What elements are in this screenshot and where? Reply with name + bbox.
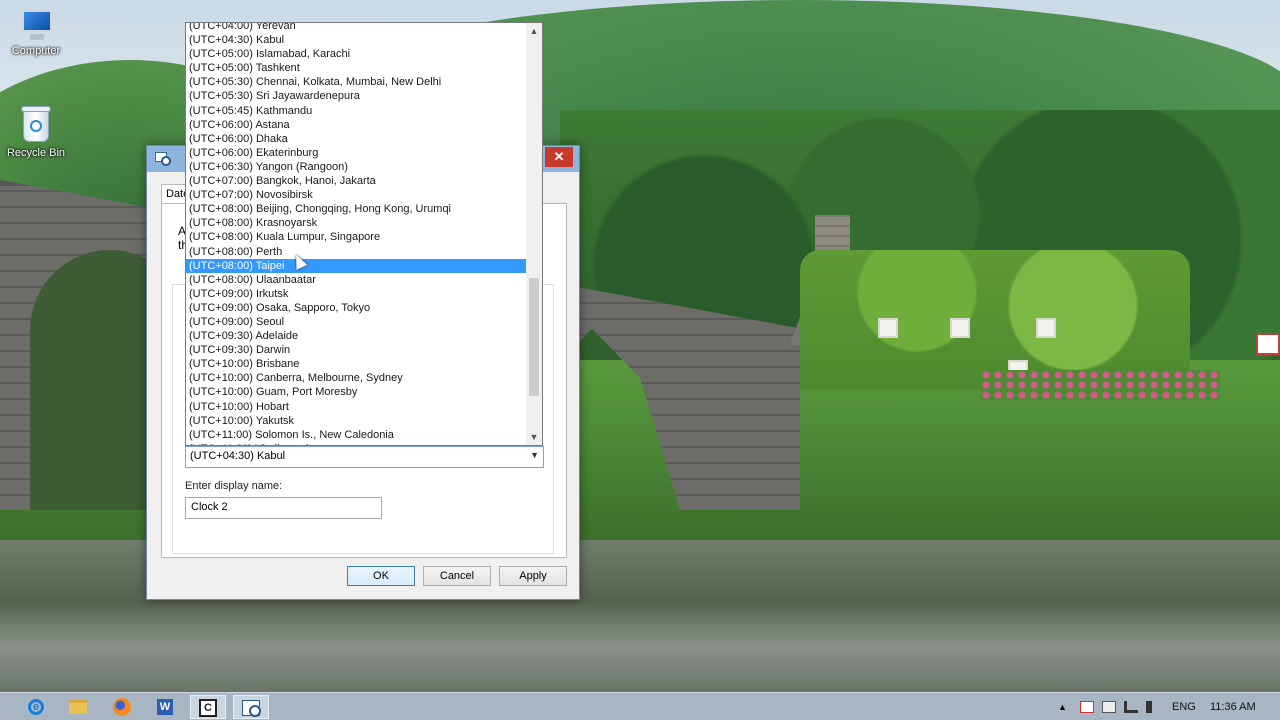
wallpaper-cottage-window	[878, 318, 898, 338]
timezone-option[interactable]: (UTC+05:45) Kathmandu	[186, 104, 527, 118]
ok-button[interactable]: OK	[347, 566, 415, 586]
clock-icon	[155, 152, 171, 166]
desktop-icon-label: Recycle Bin	[6, 147, 66, 159]
taskbar-date-time[interactable]	[233, 695, 269, 719]
display-name-input[interactable]: Clock 2	[185, 497, 382, 519]
language-indicator[interactable]: ENG	[1172, 693, 1196, 720]
timezone-option[interactable]: (UTC+05:30) Chennai, Kolkata, Mumbai, Ne…	[186, 75, 527, 89]
wallpaper-sign	[1256, 333, 1280, 355]
taskbar-clock[interactable]: 11:36 AM	[1210, 693, 1256, 720]
taskbar-internet-explorer[interactable]: e	[18, 695, 54, 719]
timezone-option[interactable]: (UTC+11:00) Solomon Is., New Caledonia	[186, 428, 527, 442]
taskbar: e W C ▲ ENG 11:36 AM	[0, 692, 1280, 720]
timezone-option[interactable]: (UTC+06:00) Astana	[186, 118, 527, 132]
timezone-option[interactable]: (UTC+07:00) Bangkok, Hanoi, Jakarta	[186, 174, 527, 188]
timezone-select-value: (UTC+04:30) Kabul	[190, 450, 286, 462]
timezone-option[interactable]: (UTC+09:00) Irkutsk	[186, 287, 527, 301]
command-prompt-icon: C	[199, 699, 217, 718]
close-button[interactable]: ✕	[545, 147, 573, 167]
firefox-icon	[113, 698, 131, 717]
timezone-option[interactable]: (UTC+10:00) Yakutsk	[186, 414, 527, 428]
timezone-option[interactable]: (UTC+10:00) Hobart	[186, 400, 527, 414]
recycle-bin-icon	[19, 104, 53, 144]
scrollbar-thumb[interactable]	[529, 278, 539, 396]
network-icon[interactable]	[1124, 701, 1138, 713]
date-time-icon	[242, 700, 261, 718]
desktop-icon-computer[interactable]: Computer	[0, 8, 72, 57]
timezone-option-selected[interactable]: (UTC+08:00) Taipei	[186, 258, 527, 273]
timezone-option[interactable]: (UTC+09:30) Darwin	[186, 343, 527, 357]
timezone-option[interactable]: (UTC+06:00) Dhaka	[186, 132, 527, 146]
timezone-option[interactable]: (UTC+08:00) Ulaanbaatar	[186, 273, 527, 287]
timezone-option[interactable]: (UTC+05:00) Islamabad, Karachi	[186, 47, 527, 61]
timezone-option[interactable]: (UTC+06:00) Ekaterinburg	[186, 146, 527, 160]
file-explorer-icon	[69, 700, 87, 715]
chevron-up-icon[interactable]: ▲	[526, 23, 542, 39]
timezone-option[interactable]: (UTC+05:00) Tashkent	[186, 61, 527, 75]
action-center-flag-icon[interactable]	[1080, 701, 1094, 713]
wallpaper-flowers	[980, 370, 1220, 400]
apply-button[interactable]: Apply	[499, 566, 567, 586]
volume-icon[interactable]	[1146, 701, 1160, 713]
timezone-option[interactable]: (UTC+09:00) Seoul	[186, 315, 527, 329]
timezone-option[interactable]: (UTC+10:00) Canberra, Melbourne, Sydney	[186, 371, 527, 385]
timezone-dropdown-list[interactable]: (UTC+04:00) Yerevan (UTC+04:30) Kabul (UTC…	[185, 22, 543, 446]
timezone-option[interactable]: (UTC+07:00) Novosibirsk	[186, 188, 527, 202]
timezone-option[interactable]: (UTC+06:30) Yangon (Rangoon)	[186, 160, 527, 174]
timezone-option[interactable]: (UTC+09:00) Osaka, Sapporo, Tokyo	[186, 301, 527, 315]
timezone-option[interactable]: (UTC+08:00) Perth	[186, 245, 527, 259]
taskbar-command-prompt[interactable]: C	[190, 695, 226, 719]
cancel-button[interactable]: Cancel	[423, 566, 491, 586]
timezone-option[interactable]: (UTC+08:00) Kuala Lumpur, Singapore	[186, 230, 527, 244]
internet-explorer-icon: e	[28, 699, 44, 716]
computer-icon	[16, 8, 56, 42]
timezone-option[interactable]: (UTC+11:00) Vladivostok	[186, 442, 527, 445]
taskbar-file-explorer[interactable]	[60, 695, 96, 719]
wallpaper-cottage-window	[1036, 318, 1056, 338]
display-name-label: Enter display name:	[185, 480, 283, 492]
timezone-select[interactable]: (UTC+04:30) Kabul ▼	[185, 446, 544, 468]
taskbar-word[interactable]: W	[147, 695, 183, 719]
wallpaper-cottage	[800, 250, 1190, 390]
timezone-option[interactable]: (UTC+08:00) Beijing, Chongqing, Hong Kon…	[186, 202, 527, 216]
timezone-option[interactable]: (UTC+08:00) Krasnoyarsk	[186, 216, 527, 230]
desktop-icon-recycle-bin[interactable]: Recycle Bin	[0, 104, 72, 159]
timezone-option[interactable]: (UTC+10:00) Guam, Port Moresby	[186, 385, 527, 399]
timezone-option[interactable]: (UTC+05:30) Sri Jayawardenepura	[186, 89, 527, 103]
timezone-option[interactable]: (UTC+04:30) Kabul	[186, 33, 527, 47]
word-icon: W	[157, 699, 173, 716]
timezone-list: (UTC+04:00) Yerevan (UTC+04:30) Kabul (UTC…	[186, 23, 527, 445]
desktop-icon-label: Computer	[11, 45, 61, 57]
chevron-down-icon[interactable]: ▼	[526, 429, 542, 445]
timezone-option[interactable]: (UTC+10:00) Brisbane	[186, 357, 527, 371]
device-icon[interactable]	[1102, 701, 1116, 713]
dropdown-scrollbar[interactable]: ▲ ▼	[526, 23, 542, 445]
chevron-down-icon[interactable]: ▼	[530, 450, 539, 460]
chevron-up-icon[interactable]: ▲	[1058, 701, 1072, 713]
wallpaper-cottage-window	[950, 318, 970, 338]
timezone-option[interactable]: (UTC+09:30) Adelaide	[186, 329, 527, 343]
taskbar-firefox[interactable]	[104, 695, 140, 719]
timezone-option[interactable]: (UTC+04:00) Yerevan	[186, 23, 527, 33]
